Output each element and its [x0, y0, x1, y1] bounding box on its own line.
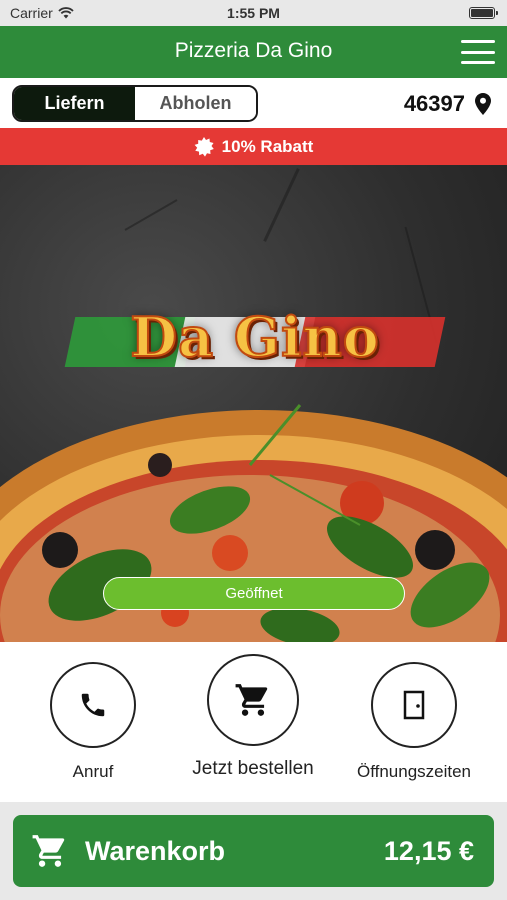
zip-code: 46397: [403, 91, 465, 116]
order-now-label: Jetzt bestellen: [192, 758, 314, 779]
order-circle: [207, 654, 299, 746]
door-icon: [403, 690, 425, 720]
logo-text: Da Gino: [129, 304, 380, 370]
open-status-badge: Geöffnet: [103, 577, 405, 610]
clock: 1:55 PM: [227, 5, 280, 21]
delivery-tab[interactable]: Liefern: [14, 87, 135, 120]
order-mode-bar: Liefern Abholen 46397: [0, 78, 507, 128]
hours-circle: [371, 662, 457, 748]
call-label: Anruf: [72, 762, 114, 781]
call-button[interactable]: Anruf: [8, 662, 178, 782]
opening-hours-label: Öffnungszeiten: [356, 762, 472, 781]
restaurant-logo: Da Gino: [60, 303, 450, 383]
badge-icon: [194, 136, 214, 157]
pizza-illustration: [0, 404, 507, 642]
discount-banner: 10% Rabatt: [0, 128, 507, 165]
map-pin-icon: [475, 93, 491, 115]
cart-label: Warenkorb: [85, 835, 226, 866]
hero-image: Da Gino Geöffnet: [0, 165, 507, 642]
battery-icon: [469, 7, 498, 19]
call-circle: [50, 662, 136, 748]
cart-button[interactable]: Warenkorb 12,15 €: [13, 815, 494, 887]
quick-actions: Anruf Jetzt bestellen Öffnungszeiten: [0, 642, 507, 802]
location-selector[interactable]: 46397: [404, 91, 491, 117]
discount-text: 10% Rabatt: [221, 136, 314, 156]
cart-icon: [32, 835, 65, 867]
order-mode-toggle: Liefern Abholen: [12, 85, 258, 122]
order-now-button[interactable]: Jetzt bestellen: [168, 654, 338, 780]
pickup-tab[interactable]: Abholen: [135, 87, 256, 120]
page-title: Pizzeria Da Gino: [174, 39, 333, 62]
app-header: Pizzeria Da Gino: [0, 26, 507, 78]
cart-icon: [235, 684, 268, 716]
phone-icon: [81, 693, 105, 717]
hamburger-menu-icon[interactable]: [461, 38, 495, 66]
status-bar: Carrier 1:55 PM: [0, 0, 507, 26]
cart-total: 12,15 €: [383, 835, 474, 866]
opening-hours-button[interactable]: Öffnungszeiten: [329, 662, 499, 782]
